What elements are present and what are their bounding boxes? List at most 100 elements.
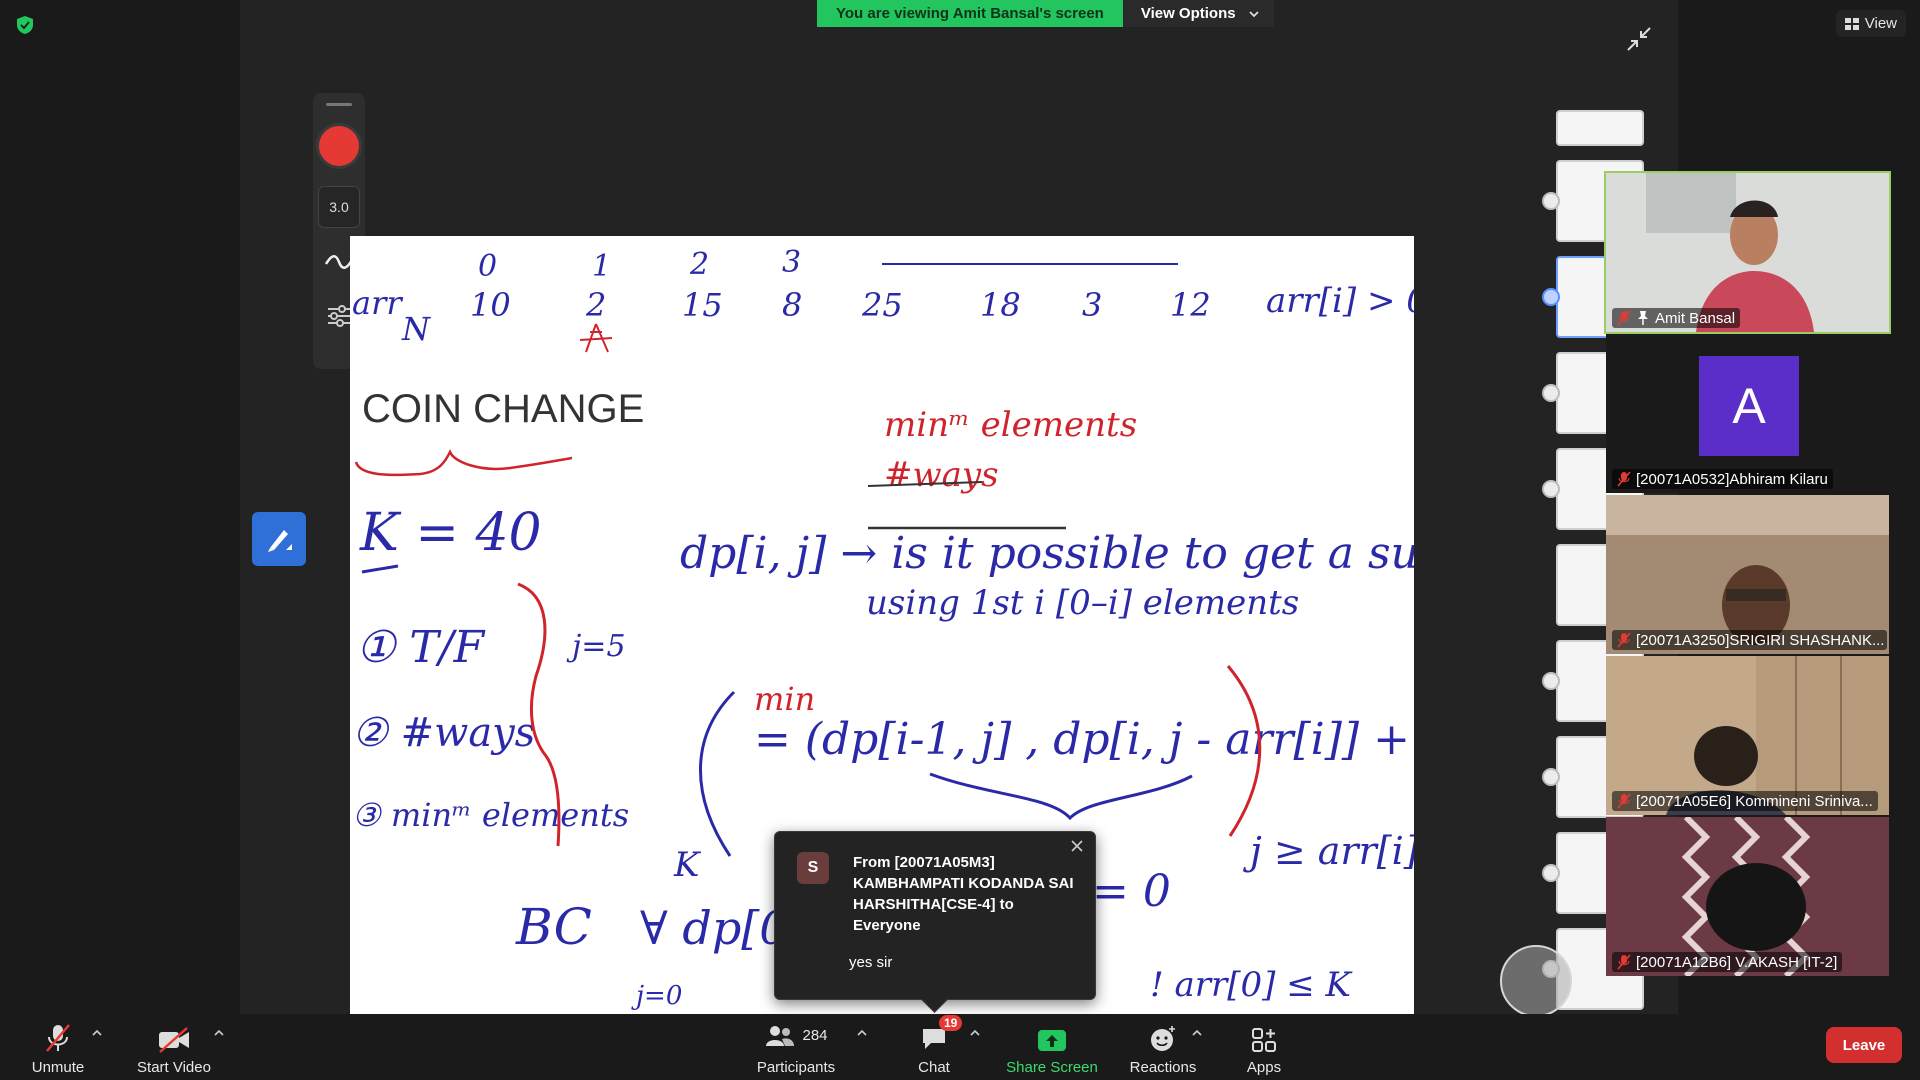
caret-up-icon[interactable] (213, 1028, 225, 1038)
index-2: 2 (689, 247, 709, 282)
exit-fullscreen-icon[interactable] (1626, 26, 1652, 52)
video-tile[interactable]: [20071A3250]SRIGIRI SHASHANK... (1606, 495, 1889, 654)
pen-size-value: 3.0 (329, 199, 349, 215)
chevron-down-icon (1248, 10, 1259, 17)
page-radio[interactable] (1542, 480, 1560, 498)
mic-muted-icon (1617, 632, 1631, 648)
array-value-7: 12 (1170, 286, 1211, 324)
participant-name: [20071A12B6] V.AKASH [IT-2] (1636, 953, 1838, 971)
color-picker-red[interactable] (319, 126, 359, 166)
min-elements-red: minᵐ elements (884, 405, 1137, 445)
condition-text: arr[i] > 0 (1266, 281, 1414, 321)
view-label: View (1864, 15, 1897, 32)
page-radio[interactable] (1542, 288, 1560, 306)
caret-up-icon[interactable] (1191, 1028, 1203, 1038)
cursor-highlight (1500, 945, 1572, 1017)
participant-name: [20071A3250]SRIGIRI SHASHANK... (1636, 631, 1885, 649)
apps-icon (1252, 1027, 1276, 1052)
array-value-5: 18 (980, 286, 1021, 324)
start-video-label: Start Video (137, 1058, 211, 1076)
recurrence: = (dp[i-1, j] , dp[i, j - arr[i]] + 1) (754, 714, 1414, 765)
dp-definition-line-2: using 1st i [0–i] elements (866, 583, 1299, 623)
participants-icon (766, 1025, 795, 1046)
array-value-4: 25 (861, 286, 903, 324)
video-tile[interactable]: Amit Bansal (1604, 171, 1891, 334)
video-tile[interactable]: [20071A12B6] V.AKASH [IT-2] (1606, 817, 1889, 976)
apps-button[interactable]: Apps (1240, 1014, 1288, 1080)
k-value: K = 40 (359, 503, 542, 563)
tile-label: Amit Bansal (1612, 308, 1741, 328)
reactions-button[interactable]: Reactions (1128, 1014, 1198, 1080)
view-layout-button[interactable]: View (1835, 10, 1906, 37)
mic-muted-icon (1617, 793, 1631, 809)
index-3: 3 (782, 245, 801, 280)
array-label: arr (352, 284, 403, 322)
list-item-1: ① T/F (356, 622, 486, 673)
leave-button[interactable]: Leave (1826, 1027, 1902, 1063)
caret-up-icon[interactable] (856, 1028, 868, 1038)
viewing-banner: You are viewing Amit Bansal's screen Vie… (817, 0, 1274, 27)
thumbnail-page[interactable] (1556, 110, 1644, 146)
array-value-6: 3 (1082, 286, 1102, 324)
close-icon[interactable] (1069, 838, 1085, 854)
mic-muted-icon (1617, 471, 1631, 487)
tile-label: [20071A12B6] V.AKASH [IT-2] (1612, 952, 1843, 972)
mic-muted-icon (1617, 954, 1631, 970)
sender-avatar: S (797, 852, 829, 884)
caret-up-icon[interactable] (969, 1028, 981, 1038)
page-radio[interactable] (1542, 384, 1560, 402)
dp-definition-line-1: dp[i, j] → is it possible to get a sum =… (680, 528, 1414, 579)
min-red: min (754, 680, 815, 718)
index-0: 0 (478, 249, 497, 284)
pin-icon (1638, 311, 1648, 325)
meeting-controls-bar: Unmute Start Video 284 Participants 19 C… (0, 1014, 1920, 1080)
participant-name: [20071A05E6] Kommineni Sriniva... (1636, 792, 1873, 810)
chat-button[interactable]: 19 Chat (908, 1014, 963, 1080)
share-screen-button[interactable]: Share Screen (1004, 1014, 1100, 1080)
video-tile[interactable]: A [20071A0532]Abhiram Kilaru (1606, 334, 1889, 493)
tile-label: [20071A3250]SRIGIRI SHASHANK... (1612, 630, 1887, 650)
base-case-label: BC (515, 898, 592, 956)
zoom-meeting-window: You are viewing Amit Bansal's screen Vie… (0, 0, 1920, 1080)
page-radio[interactable] (1542, 768, 1560, 786)
grid-icon (1844, 17, 1859, 30)
pen-icon (268, 530, 292, 552)
list-item-3: ③ minᵐ elements (352, 796, 629, 834)
mic-muted-icon (46, 1023, 70, 1052)
share-screen-icon (1038, 1029, 1066, 1051)
video-off-icon (159, 1026, 189, 1053)
sliders-icon (328, 305, 350, 327)
j-condition: j ≥ arr[i] (1243, 829, 1414, 873)
page-radio[interactable] (1542, 192, 1560, 210)
unmute-label: Unmute (31, 1058, 85, 1076)
video-tile[interactable]: [20071A05E6] Kommineni Sriniva... (1606, 656, 1889, 815)
page-radio[interactable] (1542, 672, 1560, 690)
start-video-button[interactable]: Start Video (132, 1014, 216, 1080)
security-shield-icon[interactable] (14, 14, 36, 36)
share-screen-label: Share Screen (1006, 1058, 1098, 1076)
apps-label: Apps (1246, 1058, 1282, 1076)
list-item-2: ② #ways (352, 710, 535, 756)
title-brace (354, 448, 573, 477)
tile-label: [20071A05E6] Kommineni Sriniva... (1612, 791, 1878, 811)
array-value-1: 2 (585, 286, 606, 324)
page-radio[interactable] (1542, 864, 1560, 882)
chat-notification-popup[interactable]: S From [20071A05M3] KAMBHAMPATI KODANDA … (774, 831, 1096, 1013)
mic-muted-icon (1617, 310, 1631, 326)
view-options-button[interactable]: View Options (1122, 0, 1274, 27)
tile-label: [20071A0532]Abhiram Kilaru (1612, 469, 1833, 489)
participants-button[interactable]: 284 Participants (752, 1014, 840, 1080)
bottom-condition: ! arr[0] ≤ K (1150, 965, 1354, 1005)
unmute-button[interactable]: Unmute (26, 1014, 90, 1080)
caret-up-icon[interactable] (91, 1028, 103, 1038)
view-options-label: View Options (1140, 5, 1236, 22)
pen-tool-button[interactable] (252, 512, 306, 566)
array-n: N (401, 310, 431, 348)
toolbar-drag-handle[interactable] (326, 103, 352, 106)
chat-badge: 19 (939, 1014, 963, 1031)
index-1: 1 (592, 249, 611, 284)
avatar: A (1699, 356, 1799, 456)
j-zero: j=0 (631, 981, 682, 1011)
chat-sender: From [20071A05M3] KAMBHAMPATI KODANDA SA… (853, 854, 1074, 934)
pen-size-button[interactable]: 3.0 (318, 186, 360, 228)
